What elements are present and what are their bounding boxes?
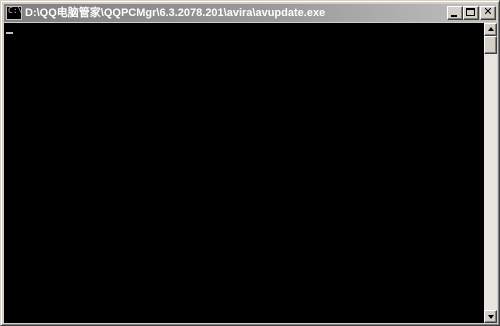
- maximize-icon: [466, 8, 475, 16]
- minimize-icon: [451, 15, 457, 17]
- minimize-button[interactable]: [447, 6, 463, 20]
- maximize-button[interactable]: [463, 6, 479, 20]
- scroll-down-button[interactable]: [484, 310, 497, 323]
- vertical-scrollbar[interactable]: [484, 23, 497, 323]
- close-icon: ✕: [483, 5, 493, 18]
- window-title: D:\QQ电脑管家\QQPCMgr\6.3.2078.201\avira\avu…: [25, 7, 326, 19]
- console-icon[interactable]: C:\: [6, 6, 22, 20]
- console-window: C:\ D:\QQ电脑管家\QQPCMgr\6.3.2078.201\avira…: [0, 0, 500, 326]
- close-button[interactable]: ✕: [480, 6, 496, 20]
- scroll-up-button[interactable]: [484, 23, 497, 36]
- scroll-up-arrow-icon: [488, 27, 494, 31]
- text-cursor: [6, 32, 13, 34]
- title-bar[interactable]: C:\ D:\QQ电脑管家\QQPCMgr\6.3.2078.201\avira…: [4, 4, 496, 22]
- scrollbar-thumb[interactable]: [484, 36, 497, 54]
- console-prompt-glyph: C:\: [8, 6, 23, 15]
- console-output-area[interactable]: [4, 23, 484, 323]
- scroll-down-arrow-icon: [488, 315, 494, 319]
